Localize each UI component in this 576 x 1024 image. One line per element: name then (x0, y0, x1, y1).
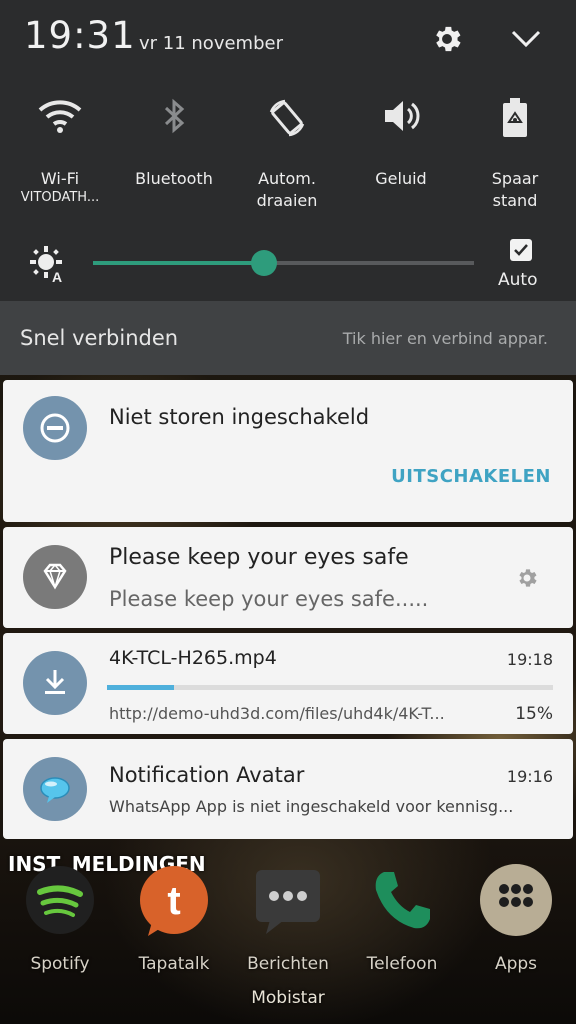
download-progress-bar (107, 685, 553, 690)
notification-settings-gear-icon[interactable] (515, 566, 539, 590)
app-apps[interactable]: Apps (459, 862, 573, 974)
tile-sound[interactable]: Geluid (344, 96, 458, 190)
app-label: Berichten (247, 954, 329, 974)
do-not-disturb-icon (23, 396, 87, 460)
clock: 19:31 (24, 14, 136, 57)
notification-title: Niet storen ingeschakeld (109, 405, 370, 429)
tile-auto-rotate[interactable]: Autom. draaien (230, 96, 344, 212)
download-icon (23, 651, 87, 715)
apps-icon (480, 864, 552, 936)
tile-sublabel: VITODATH... (20, 190, 100, 205)
tile-label: Wi-Fi (40, 169, 80, 188)
notification-time: 19:16 (506, 767, 553, 786)
notification-download[interactable]: 4K-TCL-H265.mp4 19:18 http://demo-uhd3d.… (3, 633, 573, 734)
tile-label: Autom. draaien (256, 169, 318, 210)
app-spotify[interactable]: Spotify (3, 862, 117, 974)
spotify-icon (26, 866, 94, 934)
notification-body: http://demo-uhd3d.com/files/uhd4k/4K-T..… (109, 704, 445, 723)
wifi-icon (38, 100, 82, 133)
sound-icon (385, 101, 420, 131)
notification-title: 4K-TCL-H265.mp4 (109, 647, 277, 669)
tile-label: Geluid (375, 169, 427, 188)
app-label: Apps (494, 954, 538, 974)
app-label: Spotify (30, 954, 90, 974)
notification-body: Please keep your eyes safe..... (109, 587, 429, 611)
disable-button[interactable]: UITSCHAKELEN (391, 466, 551, 487)
chat-bubble-icon (23, 757, 87, 821)
svg-text:A: A (52, 269, 62, 284)
tile-label: Spaar stand (491, 169, 539, 210)
notification-title: Please keep your eyes safe (109, 545, 409, 570)
tile-label: Bluetooth (135, 169, 213, 188)
quick-connect-bar[interactable]: Snel verbinden Tik hier en verbind appar… (0, 301, 576, 375)
power-saving-icon (503, 98, 527, 137)
date: vr 11 november (139, 33, 283, 54)
collapse-chevron-icon[interactable] (509, 24, 543, 54)
messages-icon (256, 870, 320, 934)
auto-rotate-icon (269, 99, 305, 137)
notification-eyes-safe[interactable]: Please keep your eyes safe Please keep y… (3, 527, 573, 628)
tile-bluetooth[interactable]: Bluetooth (117, 96, 231, 190)
quick-connect-title: Snel verbinden (20, 326, 179, 350)
checkmark-icon (514, 244, 528, 256)
diamond-icon (23, 545, 87, 609)
tile-power-saving[interactable]: Spaar stand (458, 96, 572, 212)
download-progress-fill (107, 685, 174, 690)
carrier-label: Mobistar (251, 988, 325, 1008)
download-percent: 15% (515, 704, 553, 724)
app-phone[interactable]: Telefoon (345, 862, 459, 974)
notification-avatar[interactable]: Notification Avatar 19:16 WhatsApp App i… (3, 739, 573, 839)
settings-gear-icon[interactable] (430, 22, 464, 56)
quick-settings-panel: 19:31 vr 11 november Wi-Fi VITODATH... B… (0, 0, 576, 375)
brightness-slider[interactable] (93, 250, 474, 276)
svg-text:t: t (167, 879, 180, 923)
app-messages[interactable]: Berichten (231, 862, 345, 974)
auto-brightness-checkbox[interactable] (510, 239, 532, 261)
app-label: Telefoon (366, 954, 438, 974)
bluetooth-icon (164, 98, 185, 134)
quick-connect-hint: Tik hier en verbind appar. (342, 329, 548, 348)
phone-icon (375, 872, 430, 929)
app-label: Tapatalk (138, 954, 210, 974)
brightness-slider-fill (93, 261, 265, 265)
notification-body: WhatsApp App is niet ingeschakeld voor k… (109, 797, 514, 816)
auto-brightness-label: Auto (498, 270, 538, 290)
tile-wifi[interactable]: Wi-Fi VITODATH... (3, 96, 117, 206)
app-tapatalk[interactable]: t Tapatalk (117, 862, 231, 974)
brightness-icon: A (30, 246, 62, 284)
tapatalk-icon: t (140, 866, 208, 936)
notification-do-not-disturb[interactable]: Niet storen ingeschakeld UITSCHAKELEN (3, 380, 573, 522)
notification-time: 19:18 (506, 650, 553, 669)
notification-title: Notification Avatar (109, 763, 305, 787)
brightness-slider-thumb[interactable] (251, 250, 278, 276)
